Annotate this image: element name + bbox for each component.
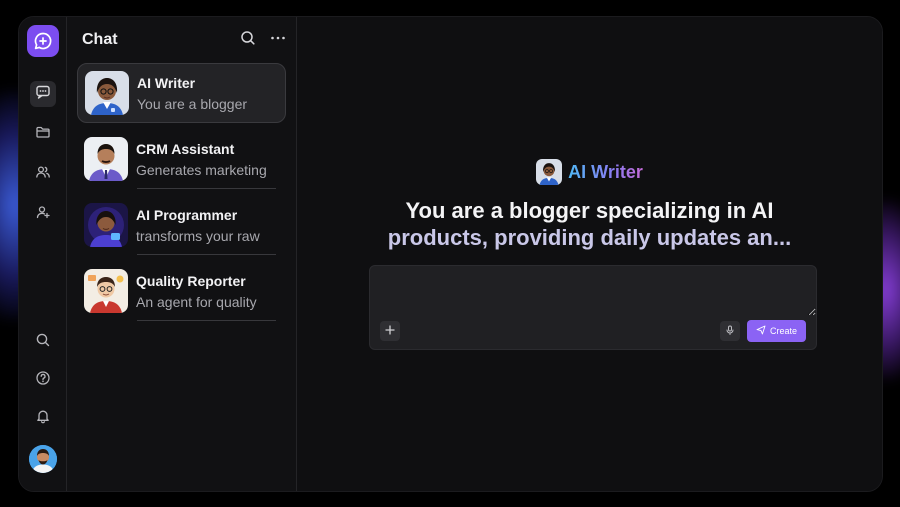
chat-item-name: AI Programmer bbox=[136, 206, 238, 223]
chat-item-name: Quality Reporter bbox=[136, 272, 246, 289]
chat-item-text: Quality Reporter An agent for quality bbox=[136, 273, 257, 310]
message-composer: Create bbox=[369, 265, 817, 350]
microphone-icon bbox=[725, 322, 735, 340]
folder-icon bbox=[35, 124, 51, 145]
headline-line-2: products, providing daily updates an... bbox=[387, 225, 792, 250]
rail-add-user-button[interactable] bbox=[30, 201, 56, 227]
rail-search-button[interactable] bbox=[30, 329, 56, 355]
send-icon bbox=[756, 325, 766, 337]
chat-item-description: An agent for quality bbox=[136, 293, 257, 310]
voice-input-button[interactable] bbox=[720, 321, 740, 341]
search-icon[interactable] bbox=[240, 30, 256, 51]
chat-item-name: CRM Assistant bbox=[136, 140, 235, 157]
chat-item-description: You are a blogger bbox=[137, 95, 248, 112]
search-icon bbox=[35, 332, 51, 353]
add-user-icon bbox=[35, 204, 51, 225]
chat-item-crm-assistant[interactable]: CRM Assistant Generates marketing bbox=[77, 129, 286, 189]
chat-item-text: AI Writer You are a blogger bbox=[137, 75, 247, 112]
ai-programmer-avatar bbox=[84, 203, 128, 247]
icon-rail bbox=[19, 17, 67, 491]
chat-list-header: Chat bbox=[77, 30, 286, 51]
chat-list-title: Chat bbox=[82, 31, 118, 48]
rail-notifications-button[interactable] bbox=[30, 405, 56, 431]
chat-item-name: AI Writer bbox=[137, 74, 196, 91]
create-button[interactable]: Create bbox=[747, 320, 806, 342]
list-divider bbox=[137, 320, 276, 321]
message-input[interactable] bbox=[370, 266, 816, 316]
help-icon bbox=[35, 370, 51, 391]
plus-icon bbox=[385, 322, 395, 340]
bell-icon bbox=[35, 408, 51, 429]
rail-folder-button[interactable] bbox=[30, 121, 56, 147]
chat-item-text: CRM Assistant Generates marketing bbox=[136, 141, 267, 178]
agent-tag: AI Writer bbox=[297, 159, 882, 185]
agent-name: AI Writer bbox=[568, 161, 643, 182]
chat-item-quality-reporter[interactable]: Quality Reporter An agent for quality bbox=[77, 261, 286, 321]
crm-assistant-avatar bbox=[84, 137, 128, 181]
attach-button[interactable] bbox=[380, 321, 400, 341]
app-window: Chat AI Writer You are a blogger CRM Ass… bbox=[18, 16, 883, 492]
chat-item-description: transforms your raw bbox=[136, 227, 260, 244]
rail-bottom-group bbox=[28, 317, 57, 491]
user-avatar[interactable] bbox=[28, 445, 57, 473]
more-options-icon[interactable] bbox=[270, 30, 286, 51]
agent-prompt-headline: You are a blogger specializing in AI pro… bbox=[357, 197, 822, 251]
agent-avatar bbox=[536, 159, 563, 185]
chat-item-ai-programmer[interactable]: AI Programmer transforms your raw bbox=[77, 195, 286, 255]
create-button-label: Create bbox=[769, 326, 797, 336]
list-divider bbox=[137, 188, 276, 189]
chat-icon bbox=[35, 84, 51, 105]
rail-chat-button[interactable] bbox=[29, 81, 56, 107]
chat-item-text: AI Programmer transforms your raw bbox=[136, 207, 260, 244]
chat-item-description: Generates marketing bbox=[136, 161, 267, 178]
chat-list-panel: Chat AI Writer You are a blogger CRM Ass… bbox=[67, 17, 297, 491]
chat-plus-logo-icon[interactable] bbox=[26, 25, 59, 57]
chat-item-ai-writer[interactable]: AI Writer You are a blogger bbox=[77, 63, 286, 123]
chat-header-actions bbox=[240, 30, 286, 51]
rail-help-button[interactable] bbox=[30, 367, 56, 393]
quality-reporter-avatar bbox=[84, 269, 128, 313]
headline-line-1: You are a blogger specializing in AI bbox=[405, 198, 774, 223]
users-icon bbox=[35, 164, 51, 185]
list-divider bbox=[137, 254, 276, 255]
ai-writer-avatar bbox=[85, 71, 129, 115]
rail-users-button[interactable] bbox=[30, 161, 56, 187]
main-chat-area: AI Writer You are a blogger specializing… bbox=[297, 17, 882, 491]
